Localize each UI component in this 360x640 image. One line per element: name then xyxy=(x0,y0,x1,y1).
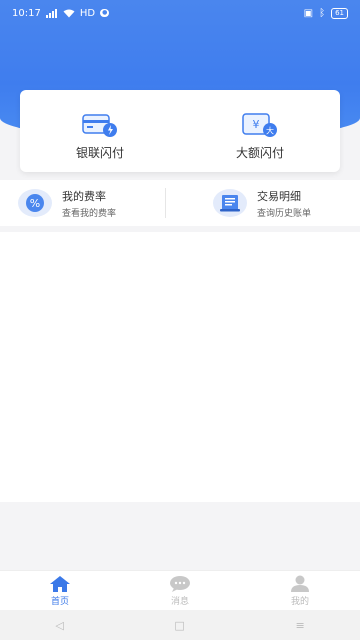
tab-home-label: 首页 xyxy=(50,597,69,607)
home-nav-icon[interactable]: □ xyxy=(174,619,184,632)
large-payment-icon: ¥ 大 xyxy=(242,113,277,137)
tab-home[interactable]: 首页 xyxy=(0,571,120,610)
transaction-details-button[interactable]: 交易明细 查询历史账单 xyxy=(166,188,360,219)
tab-profile[interactable]: 我的 xyxy=(240,571,360,610)
unionpay-quickpass-label: 银联闪付 xyxy=(75,146,124,160)
large-quickpass-label: 大额闪付 xyxy=(235,146,284,160)
bluetooth-icon: ᛒ xyxy=(319,7,326,19)
signal-icon xyxy=(45,8,57,18)
tab-messages-label: 消息 xyxy=(170,597,189,607)
svg-text:¥: ¥ xyxy=(253,118,260,131)
network-label: HD xyxy=(79,7,96,19)
svg-text:%: % xyxy=(30,197,40,210)
battery-indicator: 61 xyxy=(331,7,348,19)
percent-icon: % xyxy=(18,189,52,217)
unionpay-quickpass-button[interactable]: 银联闪付 xyxy=(20,90,180,172)
my-fee-rate-title: 我的费率 xyxy=(62,189,106,203)
fee-row: % 我的费率 查看我的费率 交易明细 查询历史账单 xyxy=(0,180,360,226)
message-icon xyxy=(170,576,190,592)
bill-icon xyxy=(213,189,247,217)
large-quickpass-button[interactable]: ¥ 大 大额闪付 xyxy=(180,90,340,172)
system-nav-bar: ◁ □ ≡ xyxy=(0,610,360,640)
svg-text:大: 大 xyxy=(266,126,274,136)
unionpay-card-icon xyxy=(82,114,117,137)
wifi-icon xyxy=(63,9,75,17)
nfc-icon: ▣ xyxy=(303,7,314,19)
transaction-details-subtitle: 查询历史账单 xyxy=(257,208,312,219)
tab-messages[interactable]: 消息 xyxy=(120,571,240,610)
status-bar: 10:17 HD ● ▣ ᛒ 61 xyxy=(0,0,360,26)
my-fee-rate-subtitle: 查看我的费率 xyxy=(62,208,117,219)
bottom-tab-bar: 首页 消息 我的 xyxy=(0,570,360,610)
payment-card: 银联闪付 ¥ 大 大额闪付 xyxy=(20,90,340,172)
my-fee-rate-button[interactable]: % 我的费率 查看我的费率 xyxy=(0,188,165,219)
back-icon[interactable]: ◁ xyxy=(55,619,63,632)
hd-badge: ● xyxy=(100,9,110,17)
transaction-details-title: 交易明细 xyxy=(257,189,301,203)
profile-icon xyxy=(291,575,309,592)
menu-icon[interactable]: ≡ xyxy=(295,619,304,632)
home-icon xyxy=(50,576,70,592)
content-area xyxy=(0,232,360,502)
status-time: 10:17 xyxy=(12,7,41,19)
tab-profile-label: 我的 xyxy=(290,597,309,607)
